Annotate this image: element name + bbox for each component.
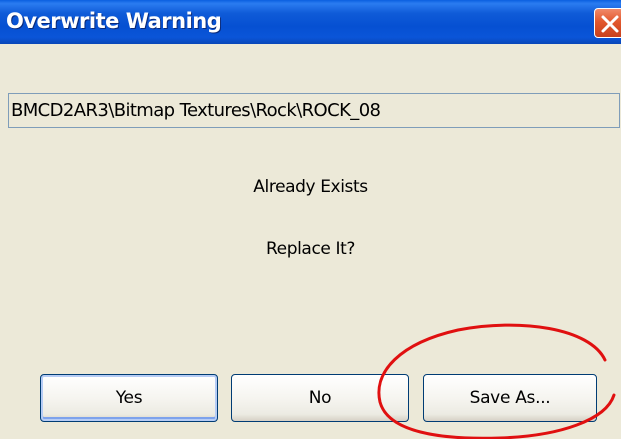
save-as-button[interactable]: Save As... — [423, 374, 597, 422]
replace-it-prompt: Replace It? — [266, 239, 355, 259]
close-button[interactable] — [594, 8, 621, 38]
file-path-field: BMCD2AR3\Bitmap Textures\Rock\ROCK_08 — [8, 93, 620, 128]
close-x-icon — [601, 15, 619, 33]
already-exists-message: Already Exists — [253, 177, 368, 197]
title-bar[interactable]: Overwrite Warning — [0, 0, 621, 44]
window-title: Overwrite Warning — [6, 9, 222, 33]
yes-button[interactable]: Yes — [40, 374, 218, 422]
overwrite-warning-dialog: Overwrite Warning BMCD2AR3\Bitmap Textur… — [0, 0, 621, 439]
no-button[interactable]: No — [231, 374, 409, 422]
